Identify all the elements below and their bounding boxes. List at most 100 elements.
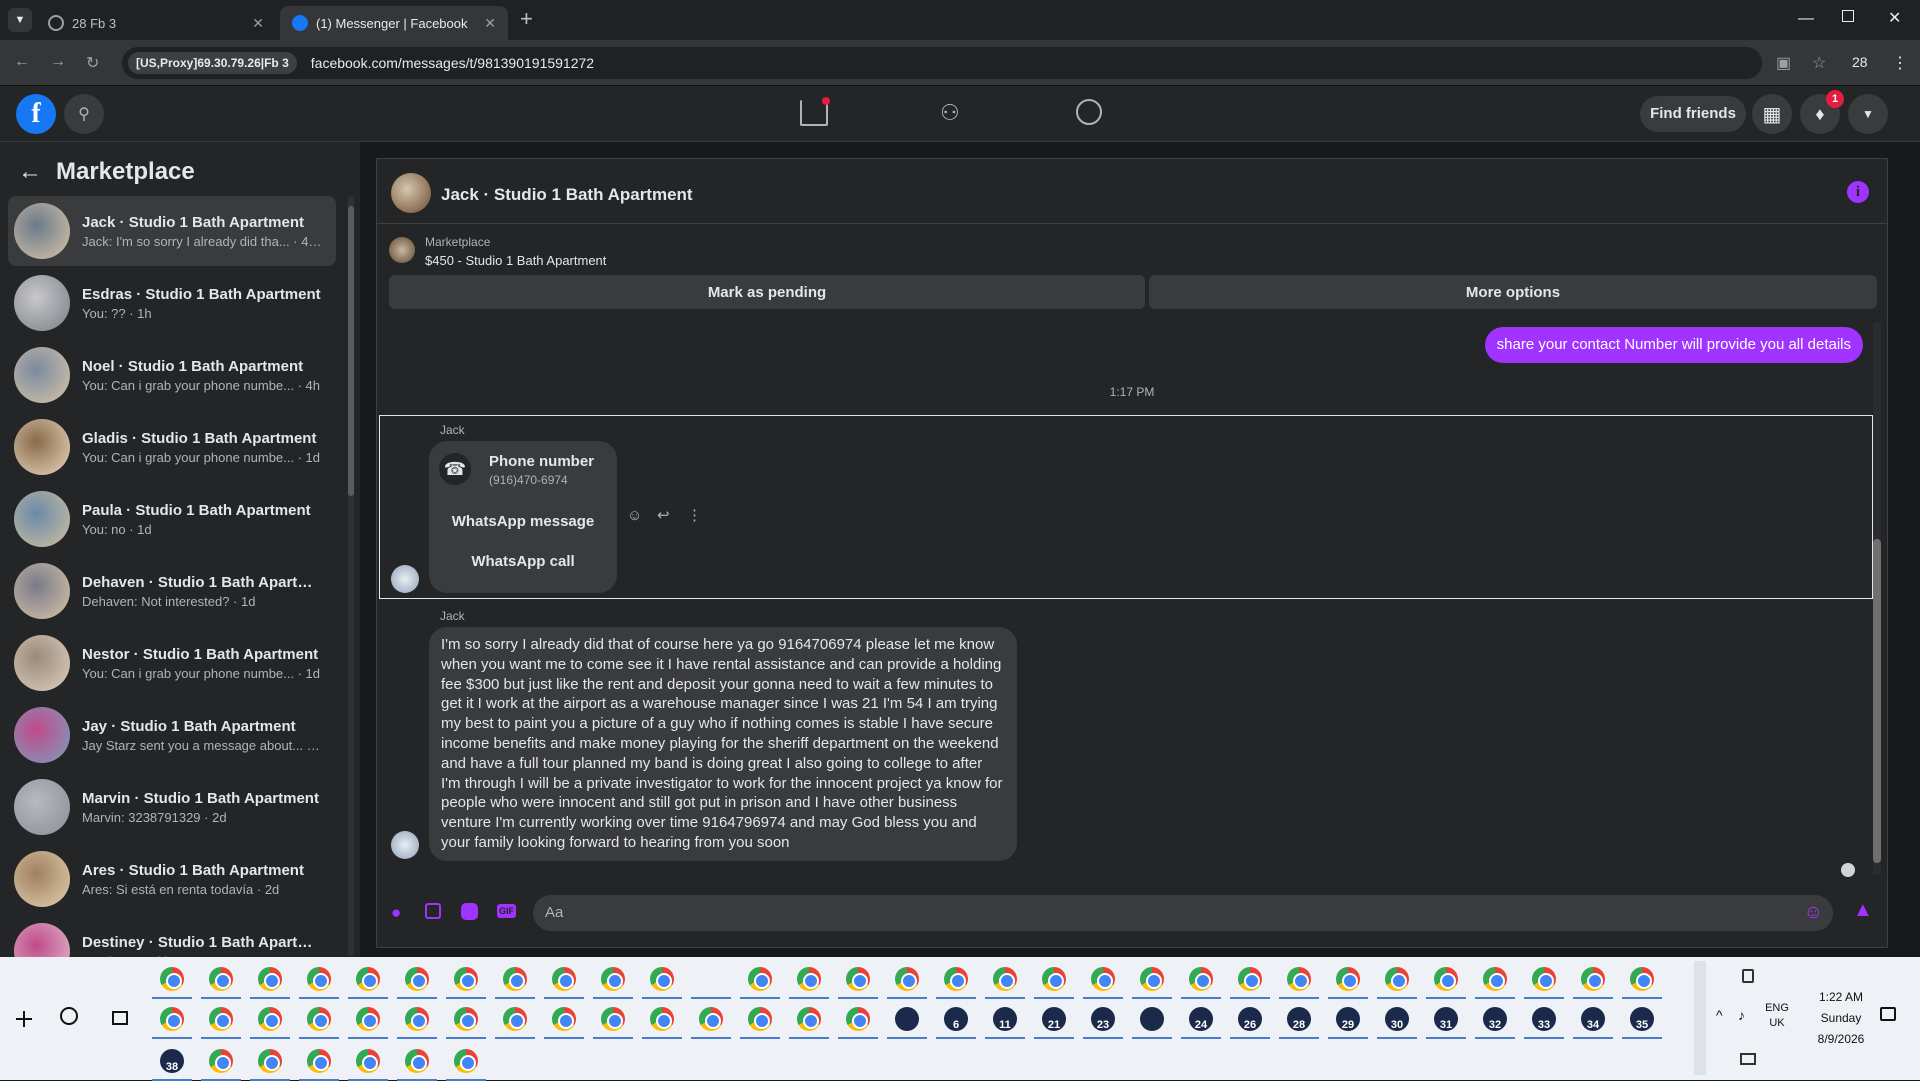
start-icon[interactable] bbox=[16, 1011, 32, 1027]
numbered-app-icon[interactable]: 32 bbox=[1483, 1007, 1507, 1031]
chrome-icon[interactable] bbox=[356, 1007, 380, 1031]
listing-title[interactable]: $450 - Studio 1 Bath Apartment bbox=[425, 253, 606, 268]
chrome-icon[interactable] bbox=[356, 967, 380, 991]
chrome-icon[interactable] bbox=[160, 967, 184, 991]
browser-icon[interactable] bbox=[454, 1049, 478, 1073]
browser-icon[interactable] bbox=[307, 1049, 331, 1073]
browser-icon[interactable] bbox=[356, 1049, 380, 1073]
chat-scrollbar[interactable] bbox=[1873, 323, 1881, 875]
friends-icon[interactable]: ⚇ bbox=[940, 100, 960, 126]
contact-card[interactable]: ☎ Phone number (916)470-6974 WhatsApp me… bbox=[429, 441, 617, 593]
minimize-button[interactable]: — bbox=[1798, 10, 1814, 28]
browser-icon[interactable] bbox=[258, 1049, 282, 1073]
numbered-app-icon[interactable]: 30 bbox=[1385, 1007, 1409, 1031]
chrome-icon[interactable] bbox=[307, 1007, 331, 1031]
chrome-icon[interactable] bbox=[552, 1007, 576, 1031]
chrome-icon[interactable] bbox=[1483, 967, 1507, 991]
long-incoming-message[interactable]: I'm so sorry I already did that of cours… bbox=[429, 627, 1017, 861]
chrome-icon[interactable] bbox=[797, 1007, 821, 1031]
chrome-icon[interactable] bbox=[895, 967, 919, 991]
thumbs-up-icon[interactable]: ▲ bbox=[1853, 899, 1873, 922]
chrome-icon[interactable] bbox=[846, 967, 870, 991]
mark-as-pending-button[interactable]: Mark as pending bbox=[389, 275, 1145, 309]
close-window-button[interactable]: ✕ bbox=[1888, 8, 1901, 28]
bookmark-star-icon[interactable]: ☆ bbox=[1812, 53, 1826, 73]
listing-thumbnail[interactable] bbox=[389, 237, 415, 263]
chrome-icon[interactable] bbox=[748, 1007, 772, 1031]
info-icon[interactable]: i bbox=[1847, 181, 1869, 203]
volume-icon[interactable]: ♪ bbox=[1738, 1007, 1745, 1023]
numbered-app-icon[interactable]: 38 bbox=[160, 1049, 184, 1073]
chrome-icon[interactable] bbox=[1385, 967, 1409, 991]
conversation-item[interactable]: Jay · Studio 1 Bath Apartment Jay Starz s… bbox=[8, 700, 336, 770]
tab-fb3[interactable]: 28 Fb 3 ✕ bbox=[36, 6, 276, 40]
taskbar-scrollbar[interactable] bbox=[1694, 961, 1706, 1075]
app-icon[interactable] bbox=[1140, 1007, 1164, 1031]
chrome-icon[interactable] bbox=[601, 967, 625, 991]
chrome-icon[interactable] bbox=[1336, 967, 1360, 991]
whatsapp-message-button[interactable]: WhatsApp message bbox=[429, 513, 617, 530]
chrome-icon[interactable] bbox=[601, 1007, 625, 1031]
app-icon[interactable] bbox=[895, 1007, 919, 1031]
profile-count[interactable]: 28 bbox=[1852, 54, 1868, 70]
menu-kebab-icon[interactable]: ⋮ bbox=[1892, 53, 1908, 73]
desktop-icon[interactable] bbox=[1740, 1053, 1756, 1065]
clock[interactable]: 1:22 AM Sunday 8/9/2026 bbox=[1796, 987, 1886, 1050]
chrome-icon[interactable] bbox=[650, 967, 674, 991]
chrome-icon[interactable] bbox=[1140, 967, 1164, 991]
browser-icon[interactable] bbox=[209, 1049, 233, 1073]
conversation-item[interactable]: Ares · Studio 1 Bath Apartment Ares: Si e… bbox=[8, 844, 336, 914]
conversation-item[interactable]: Dehaven · Studio 1 Bath Apartm... Dehaven… bbox=[8, 556, 336, 626]
language-indicator[interactable]: ENG UK bbox=[1762, 1001, 1792, 1031]
close-tab-icon[interactable]: ✕ bbox=[252, 15, 264, 32]
chrome-icon[interactable] bbox=[748, 967, 772, 991]
chrome-icon[interactable] bbox=[1434, 967, 1458, 991]
reply-icon[interactable]: ↩ bbox=[657, 506, 670, 524]
numbered-app-icon[interactable]: 31 bbox=[1434, 1007, 1458, 1031]
chrome-icon[interactable] bbox=[1630, 967, 1654, 991]
forward-icon[interactable]: → bbox=[50, 53, 66, 71]
numbered-app-icon[interactable]: 23 bbox=[1091, 1007, 1115, 1031]
reload-icon[interactable]: ↻ bbox=[86, 53, 99, 73]
notification-center-icon[interactable] bbox=[1880, 1007, 1896, 1021]
chrome-icon[interactable] bbox=[258, 1007, 282, 1031]
install-app-icon[interactable]: ▣ bbox=[1776, 53, 1791, 73]
chrome-icon[interactable] bbox=[650, 1007, 674, 1031]
new-tab-button[interactable]: + bbox=[520, 6, 533, 32]
more-options-button[interactable]: More options bbox=[1149, 275, 1877, 309]
numbered-app-icon[interactable]: 28 bbox=[1287, 1007, 1311, 1031]
outgoing-message[interactable]: share your contact Number will provide y… bbox=[1484, 327, 1863, 363]
chrome-icon[interactable] bbox=[699, 1007, 723, 1031]
chrome-icon[interactable] bbox=[1581, 967, 1605, 991]
tray-chevron-icon[interactable]: ^ bbox=[1716, 1007, 1723, 1023]
numbered-app-icon[interactable]: 35 bbox=[1630, 1007, 1654, 1031]
chrome-icon[interactable] bbox=[209, 1007, 233, 1031]
tab-messenger[interactable]: (1) Messenger | Facebook ✕ bbox=[280, 6, 508, 40]
conversation-item[interactable]: Noel · Studio 1 Bath Apartment You: Can i… bbox=[8, 340, 336, 410]
numbered-app-icon[interactable]: 26 bbox=[1238, 1007, 1262, 1031]
numbered-app-icon[interactable]: 29 bbox=[1336, 1007, 1360, 1031]
task-view-icon[interactable] bbox=[112, 1011, 128, 1025]
restore-button[interactable] bbox=[1842, 10, 1854, 22]
chat-title[interactable]: Jack · Studio 1 Bath Apartment bbox=[441, 185, 693, 205]
chrome-icon[interactable] bbox=[1189, 967, 1213, 991]
url-text[interactable]: facebook.com/messages/t/981390191591272 bbox=[311, 55, 594, 71]
chrome-icon[interactable] bbox=[405, 1007, 429, 1031]
photo-icon[interactable] bbox=[425, 903, 441, 919]
message-input[interactable]: Aa ☺ bbox=[533, 895, 1833, 931]
chrome-icon[interactable] bbox=[454, 1007, 478, 1031]
sender-avatar[interactable] bbox=[391, 565, 419, 593]
chrome-icon[interactable] bbox=[1238, 967, 1262, 991]
pen-icon[interactable] bbox=[1742, 969, 1754, 983]
chrome-icon[interactable] bbox=[160, 1007, 184, 1031]
sender-avatar[interactable] bbox=[391, 831, 419, 859]
conversation-item[interactable]: Paula · Studio 1 Bath Apartment You: no ·… bbox=[8, 484, 336, 554]
conversation-item[interactable]: Nestor · Studio 1 Bath Apartment You: Can… bbox=[8, 628, 336, 698]
chrome-icon[interactable] bbox=[1287, 967, 1311, 991]
groups-icon[interactable] bbox=[1076, 99, 1102, 125]
back-icon[interactable]: ← bbox=[14, 53, 30, 71]
chrome-icon[interactable] bbox=[1091, 967, 1115, 991]
scrollbar-thumb[interactable] bbox=[348, 206, 354, 496]
search-icon[interactable]: ⚲ bbox=[64, 94, 104, 134]
sticker-icon[interactable] bbox=[461, 903, 478, 920]
